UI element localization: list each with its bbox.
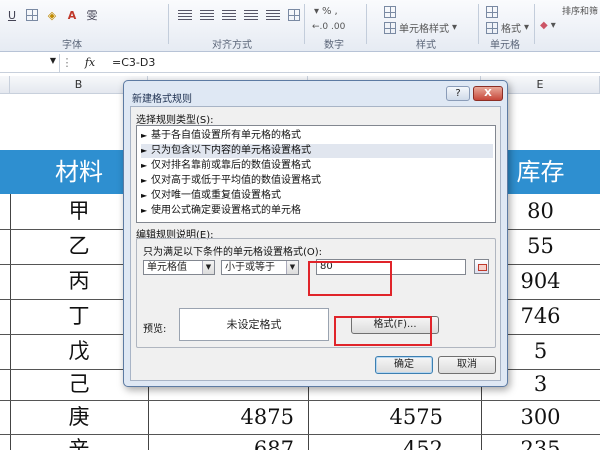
formula-input[interactable]: =C3-D3 [106,56,155,69]
chevron-down-icon[interactable]: ▼ [50,56,56,65]
cell-value-c[interactable]: 687 [148,432,308,450]
ribbon: U ◈ A 雯 ▾ % , ←.0 .00 单元格样式 ▾ 格式 ▾ ◆ ▾ 排序和筛… [0,0,600,52]
cell-styles-button[interactable]: 单元格样式 ▾ [384,20,457,35]
align-tools [176,4,302,26]
conditional-format-button[interactable] [384,6,396,18]
group-cells: 单元格 [490,40,520,51]
clear-button[interactable]: ◆ ▾ [540,20,556,31]
font-tools: U ◈ A 雯 [4,4,100,26]
preview-label: 预览: [143,324,167,335]
fill-color-button[interactable]: ◈ [44,6,60,24]
percent-button[interactable]: % [322,6,332,17]
align-center-icon [200,9,214,21]
group-number: 数字 [324,40,344,51]
operator-select[interactable]: 小于或等于 ▼ [221,260,299,275]
arrow-right-icon: ► [141,146,148,155]
column-header-a[interactable] [0,76,10,94]
table-icon [384,6,396,18]
cell-value-d[interactable]: 4575 [308,400,481,435]
cell-styles-label: 单元格样式 [399,24,449,35]
list-item[interactable]: ► 仅对唯一值或重复值设置格式 [141,189,493,203]
indent-button[interactable] [242,6,260,24]
list-item-selected[interactable]: ► 只为包含以下内容的单元格设置格式 [141,144,493,158]
list-item[interactable]: ► 仅对高于或低于平均值的数值设置格式 [141,174,493,188]
cell-material[interactable]: 辛 [10,432,148,450]
border-icon [26,9,38,21]
cancel-button[interactable]: 取消 [438,356,496,374]
merge-icon [288,9,300,21]
eraser-icon: ◆ [540,20,548,31]
cell-material[interactable]: 庚 [10,400,148,435]
arrow-right-icon: ► [141,176,148,185]
arrow-right-icon: ► [141,161,148,170]
cell-value-select[interactable]: 单元格值 ▼ [143,260,215,275]
decimal-button[interactable]: ←.0 .00 [312,22,345,32]
outdent-icon [266,9,280,21]
number-tools: ▾ % , [314,6,338,17]
outdent-button[interactable] [264,6,282,24]
indent-icon [244,9,258,21]
font-color-button[interactable]: A [64,6,80,24]
cell-value-d[interactable]: 452 [308,432,481,450]
fx-icon[interactable]: fx [74,56,106,69]
group-styles: 样式 [416,40,436,51]
comma-button[interactable]: , [335,6,338,17]
group-align: 对齐方式 [212,40,252,51]
condition-label: 只为满足以下条件的单元格设置格式(O): [143,247,323,258]
align-left-button[interactable] [176,6,194,24]
help-button[interactable]: ? [446,86,470,101]
align-left-icon [178,9,192,21]
highlight-box [334,316,432,346]
format-label: 格式 [501,24,521,35]
arrow-right-icon: ► [141,206,148,215]
insert-icon [486,6,498,18]
rule-type-label: 选择规则类型(S): [136,115,214,126]
border-button[interactable] [24,6,40,24]
dialog-body: 选择规则类型(S): ► 基于各自值设置所有单元格的格式 ► 只为包含以下内容的单元… [130,106,501,381]
cell-stock[interactable]: 235 [481,432,600,450]
align-center-button[interactable] [198,6,216,24]
more-icon[interactable]: ⋮ [60,56,74,69]
name-box[interactable]: ▼ [0,53,60,72]
insert-cells-button[interactable] [486,6,498,18]
cell-stock[interactable]: 300 [481,400,600,435]
close-button[interactable]: X [473,86,503,101]
dialog-title: 新建格式规则 [132,94,192,105]
arrow-right-icon: ► [141,131,148,140]
new-format-rule-dialog: 新建格式规则 ? X 选择规则类型(S): ► 基于各自值设置所有单元格的格式 ►… [123,80,508,387]
chevron-down-icon[interactable]: ▼ [286,261,298,274]
ok-button[interactable]: 确定 [375,356,433,374]
merge-button[interactable] [286,6,302,24]
format-preview: 未设定格式 [179,308,329,341]
cell-styles-icon [384,21,396,34]
arrow-right-icon: ► [141,191,148,200]
rule-type-list[interactable]: ► 基于各自值设置所有单元格的格式 ► 只为包含以下内容的单元格设置格式 ► 仅对排名… [136,125,496,223]
highlight-box [308,261,392,296]
chevron-down-icon[interactable]: ▼ [202,261,214,274]
range-select-button[interactable] [474,259,489,274]
list-item[interactable]: ► 基于各自值设置所有单元格的格式 [141,129,493,143]
formula-bar: ▼ ⋮ fx =C3-D3 [0,53,600,73]
wen-button[interactable]: 雯 [84,6,100,24]
list-item[interactable]: ► 使用公式确定要设置格式的单元格 [141,204,493,218]
cell-value-select-text: 单元格值 [147,262,187,273]
operator-select-text: 小于或等于 [225,262,275,273]
group-font: 字体 [62,40,82,51]
format-cells-button[interactable]: 格式 ▾ [486,20,529,35]
list-item[interactable]: ► 仅对排名靠前或靠后的数值设置格式 [141,159,493,173]
currency-button[interactable]: ▾ [314,6,319,17]
align-right-button[interactable] [220,6,238,24]
sort-filter-button[interactable]: 排序和筛 [562,4,598,17]
underline-button[interactable]: U [4,6,20,24]
cell-value-c[interactable]: 4875 [148,400,308,435]
align-right-icon [222,9,236,21]
format-icon [486,21,498,34]
